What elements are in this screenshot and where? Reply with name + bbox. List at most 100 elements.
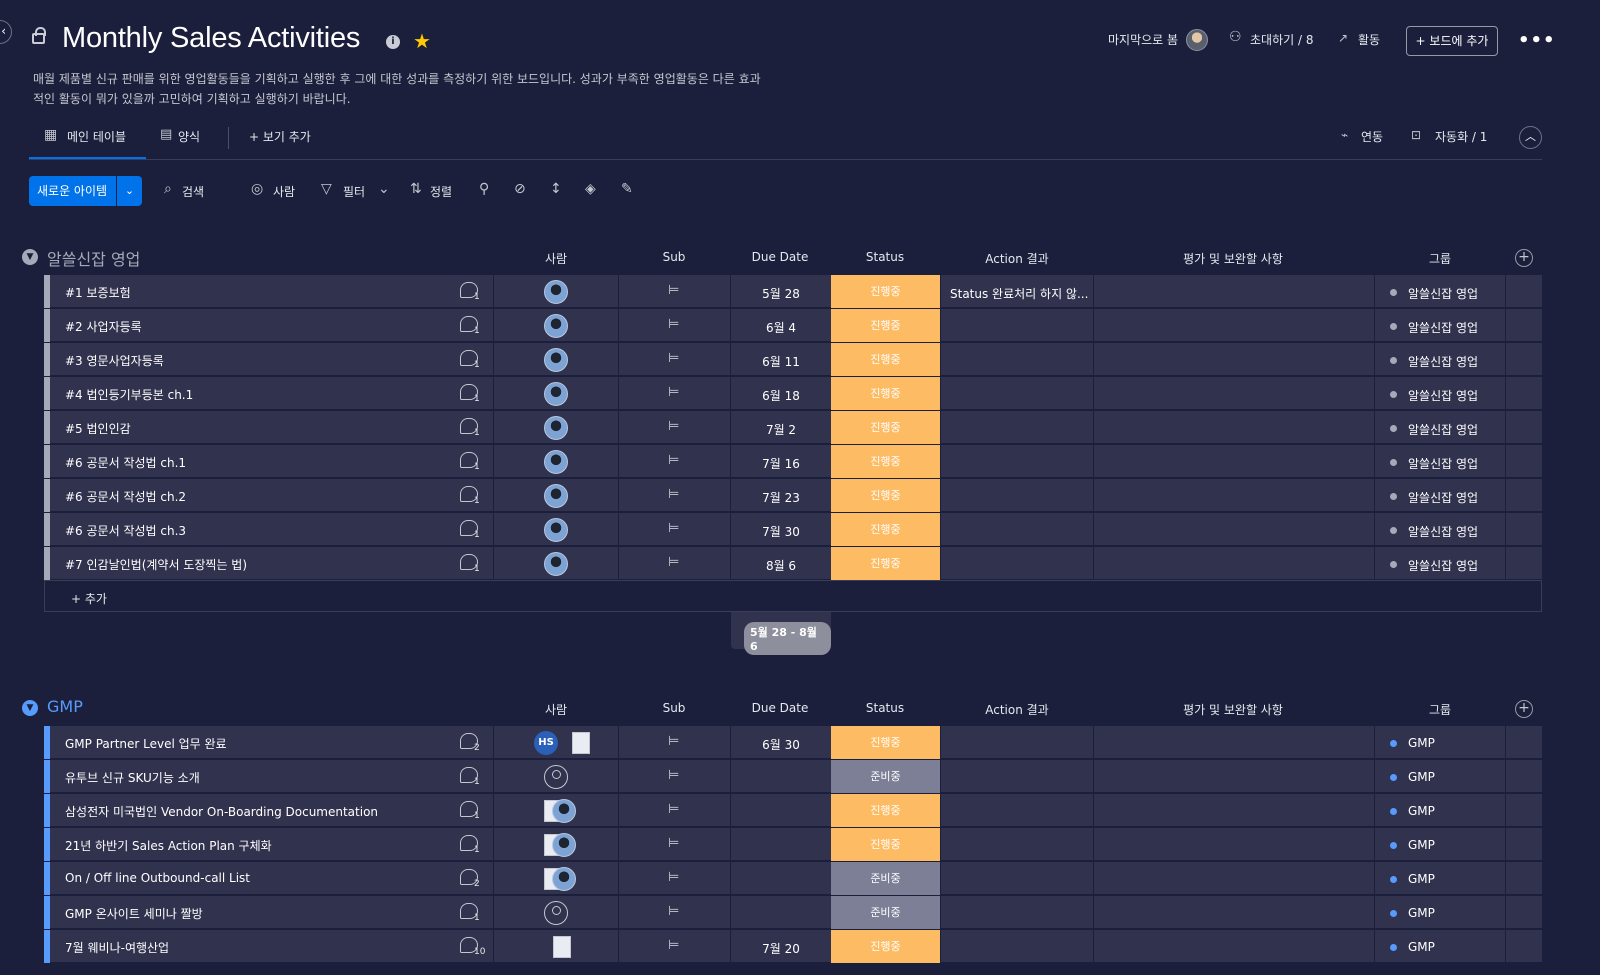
person-avatar[interactable] <box>544 416 568 440</box>
item-name[interactable]: #2 사업자등록 <box>65 318 142 335</box>
group-cell[interactable]: 알쓸신잡 영업 <box>1408 523 1478 540</box>
person-avatar[interactable] <box>544 314 568 338</box>
group-cell[interactable]: 알쓸신잡 영업 <box>1408 489 1478 506</box>
group-cell[interactable]: 알쓸신잡 영업 <box>1408 557 1478 574</box>
person-avatar[interactable] <box>544 484 568 508</box>
group-cell[interactable]: GMP <box>1408 872 1435 886</box>
add-view-button[interactable]: + 보기 추가 <box>249 128 311 145</box>
board-description[interactable]: 매월 제품별 신규 판매를 위한 영업활동들을 기획하고 실행한 후 그에 대한… <box>33 69 803 109</box>
table-row[interactable]: #7 인감날인법(계약서 도장찍는 법) 1 ⊨ 8월 6 진행중 알쓸신잡 영업 <box>44 547 1542 580</box>
group-cell[interactable]: GMP <box>1408 906 1435 920</box>
due-date[interactable]: 7월 23 <box>730 489 832 506</box>
subitems-icon[interactable]: ⊨ <box>668 904 679 919</box>
table-row[interactable]: #6 공문서 작성법 ch.3 1 ⊨ 7월 30 진행중 알쓸신잡 영업 <box>44 513 1542 546</box>
subitems-icon[interactable]: ⊨ <box>668 768 679 783</box>
status-label[interactable]: 준비중 <box>831 862 940 895</box>
group-title[interactable]: 알쓸신잡 영업 <box>47 246 140 270</box>
subitems-icon[interactable]: ⊨ <box>668 938 679 953</box>
group-cell[interactable]: GMP <box>1408 838 1435 852</box>
person-avatar[interactable] <box>552 799 576 823</box>
subitems-icon[interactable]: ⊨ <box>668 283 679 298</box>
edit-icon[interactable]: ✎ <box>621 181 633 197</box>
table-row[interactable]: On / Off line Outbound-call List 2 ⊨ 준비중 GMP <box>44 862 1542 895</box>
column-header-group[interactable]: 그룹 <box>1350 701 1530 718</box>
due-date[interactable]: 5월 28 <box>730 285 832 302</box>
info-icon[interactable]: i <box>386 35 400 49</box>
person-avatar[interactable] <box>544 280 568 304</box>
item-name[interactable]: GMP 온사이트 세미나 짤방 <box>65 905 203 922</box>
status-label[interactable]: 준비중 <box>831 896 940 929</box>
status-label[interactable]: 진행중 <box>831 930 940 963</box>
table-row[interactable]: #4 법인등기부등본 ch.1 1 ⊨ 6월 18 진행중 알쓸신잡 영업 <box>44 377 1542 410</box>
group-cell[interactable]: 알쓸신잡 영업 <box>1408 285 1478 302</box>
status-label[interactable]: 진행중 <box>831 726 940 759</box>
status-label[interactable]: 진행중 <box>831 343 940 376</box>
item-name[interactable]: 21년 하반기 Sales Action Plan 구체화 <box>65 837 272 854</box>
chevron-down-icon[interactable]: ⌄ <box>116 176 142 206</box>
due-date[interactable]: 8월 6 <box>730 557 832 574</box>
group-title[interactable]: GMP <box>47 697 83 716</box>
item-name[interactable]: #6 공문서 작성법 ch.2 <box>65 488 186 505</box>
person-avatar[interactable] <box>544 348 568 372</box>
item-name[interactable]: #6 공문서 작성법 ch.1 <box>65 454 186 471</box>
table-row[interactable]: 21년 하반기 Sales Action Plan 구체화 1 ⊨ 진행중 GMP <box>44 828 1542 861</box>
column-header-action[interactable]: Action 결과 <box>927 701 1107 718</box>
person-avatar[interactable] <box>544 450 568 474</box>
search-button[interactable]: 검색 <box>182 183 204 200</box>
automate-button[interactable]: 자동화 / 1 <box>1435 128 1487 145</box>
status-label[interactable]: 준비중 <box>831 760 940 793</box>
last-seen-label[interactable]: 마지막으로 봄 <box>1108 31 1178 48</box>
empty-person-icon[interactable] <box>544 765 568 789</box>
person-avatar[interactable] <box>544 552 568 576</box>
column-header-group[interactable]: 그룹 <box>1350 250 1530 267</box>
group-cell[interactable]: 알쓸신잡 영업 <box>1408 387 1478 404</box>
tab-main-table[interactable]: 메인 테이블 <box>67 128 126 145</box>
subitems-icon[interactable]: ⊨ <box>668 521 679 536</box>
item-name[interactable]: On / Off line Outbound-call List <box>65 871 250 885</box>
table-row[interactable]: #2 사업자등록 1 ⊨ 6월 4 진행중 알쓸신잡 영업 <box>44 309 1542 342</box>
group-cell[interactable]: GMP <box>1408 770 1435 784</box>
status-label[interactable]: 진행중 <box>831 479 940 512</box>
status-label[interactable]: 진행중 <box>831 411 940 444</box>
person-avatar[interactable] <box>552 867 576 891</box>
subitems-icon[interactable]: ⊨ <box>668 802 679 817</box>
paint-icon[interactable]: ◈ <box>585 181 596 197</box>
table-row[interactable]: #1 보증보험 1 ⊨ 5월 28 진행중 Status 완료처리 하지 않... 알쓸신잡… <box>44 275 1542 308</box>
table-row[interactable]: #3 영문사업자등록 1 ⊨ 6월 11 진행중 알쓸신잡 영업 <box>44 343 1542 376</box>
item-name[interactable]: #1 보증보험 <box>65 284 131 301</box>
activity-button[interactable]: 활동 <box>1358 31 1380 48</box>
item-name[interactable]: #6 공문서 작성법 ch.3 <box>65 522 186 539</box>
due-date[interactable]: 7월 20 <box>730 940 832 957</box>
group-collapse-icon[interactable]: ▼ <box>22 249 38 265</box>
group-cell[interactable]: GMP <box>1408 736 1435 750</box>
subitems-icon[interactable]: ⊨ <box>668 419 679 434</box>
status-label[interactable]: 진행중 <box>831 828 940 861</box>
table-row[interactable]: #6 공문서 작성법 ch.1 1 ⊨ 7월 16 진행중 알쓸신잡 영업 <box>44 445 1542 478</box>
add-item-row[interactable]: + 추가 <box>44 580 1542 612</box>
person-initials[interactable]: HS <box>534 731 558 755</box>
item-name[interactable]: 7월 웨비나-여행산업 <box>65 939 169 956</box>
due-date[interactable]: 7월 2 <box>730 421 832 438</box>
due-date[interactable]: 6월 30 <box>730 736 832 753</box>
due-date[interactable]: 6월 4 <box>730 319 832 336</box>
tab-form[interactable]: 양식 <box>178 128 200 145</box>
empty-person-icon[interactable] <box>544 901 568 925</box>
person-avatar[interactable] <box>552 833 576 857</box>
subitems-icon[interactable]: ⊨ <box>668 555 679 570</box>
group-cell[interactable]: 알쓸신잡 영업 <box>1408 421 1478 438</box>
pin-icon[interactable]: ⚲ <box>479 181 489 197</box>
group-collapse-icon[interactable]: ▼ <box>22 700 38 716</box>
subitems-icon[interactable]: ⊨ <box>668 836 679 851</box>
table-row[interactable]: 삼성전자 미국법인 Vendor On-Boarding Documentati… <box>44 794 1542 827</box>
person-photo[interactable] <box>553 936 571 958</box>
status-label[interactable]: 진행중 <box>831 445 940 478</box>
person-filter-button[interactable]: 사람 <box>273 183 295 200</box>
table-row[interactable]: #6 공문서 작성법 ch.2 1 ⊨ 7월 23 진행중 알쓸신잡 영업 <box>44 479 1542 512</box>
integrate-button[interactable]: 연동 <box>1361 128 1383 145</box>
invite-button[interactable]: 초대하기 / 8 <box>1250 31 1313 48</box>
person-avatar[interactable] <box>544 382 568 406</box>
collapse-header-button[interactable]: ︿ <box>1519 126 1542 149</box>
column-header-action[interactable]: Action 결과 <box>927 250 1107 267</box>
board-title[interactable]: Monthly Sales Activities <box>62 22 360 55</box>
sort-button[interactable]: 정렬 <box>430 183 452 200</box>
